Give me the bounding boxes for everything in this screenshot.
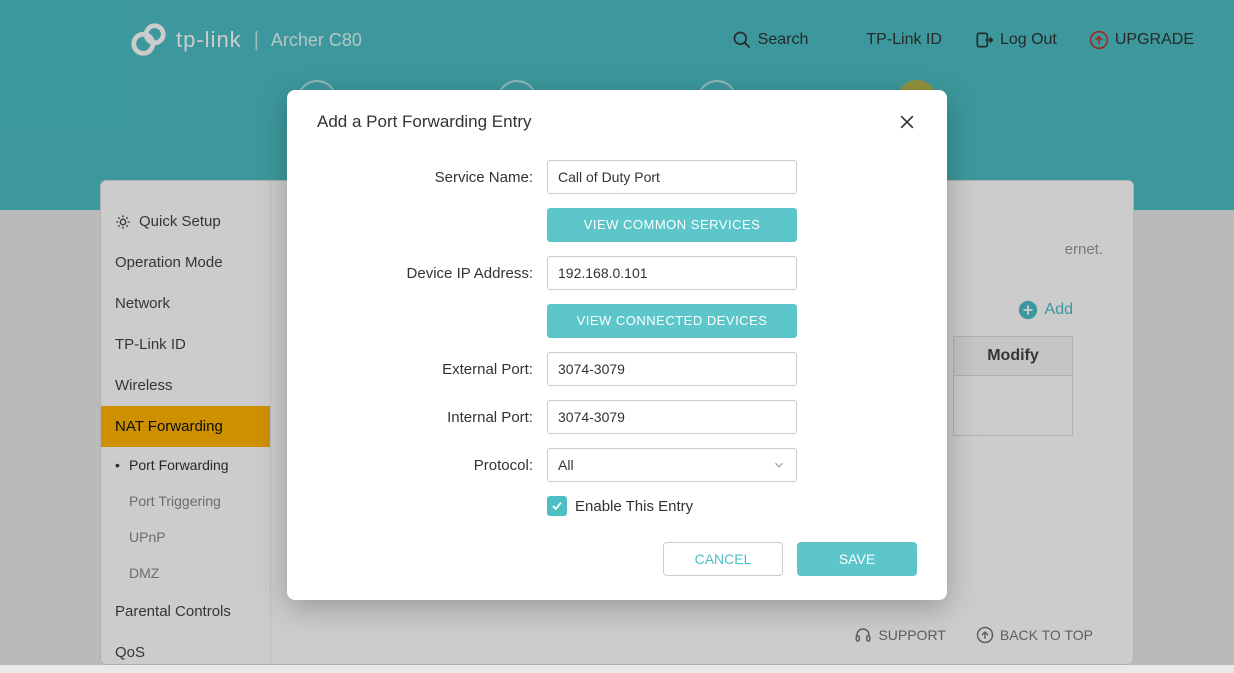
input-service-name[interactable] xyxy=(547,160,797,194)
view-common-services-button[interactable]: VIEW COMMON SERVICES xyxy=(547,208,797,242)
check-icon xyxy=(550,499,564,513)
modal-title: Add a Port Forwarding Entry xyxy=(317,112,531,132)
checkbox-enable-entry[interactable] xyxy=(547,496,567,516)
cancel-button[interactable]: CANCEL xyxy=(663,542,783,576)
close-icon[interactable] xyxy=(897,112,917,132)
label-protocol: Protocol: xyxy=(317,457,547,474)
chevron-down-icon xyxy=(772,458,786,472)
label-enable-entry: Enable This Entry xyxy=(575,498,693,515)
port-forwarding-modal: Add a Port Forwarding Entry Service Name… xyxy=(287,90,947,600)
label-device-ip: Device IP Address: xyxy=(317,265,547,282)
input-internal-port[interactable] xyxy=(547,400,797,434)
view-connected-devices-button[interactable]: VIEW CONNECTED DEVICES xyxy=(547,304,797,338)
label-external-port: External Port: xyxy=(317,361,547,378)
input-external-port[interactable] xyxy=(547,352,797,386)
save-button[interactable]: SAVE xyxy=(797,542,917,576)
input-device-ip[interactable] xyxy=(547,256,797,290)
label-service-name: Service Name: xyxy=(317,169,547,186)
select-protocol-value: All xyxy=(558,457,574,473)
label-internal-port: Internal Port: xyxy=(317,409,547,426)
select-protocol[interactable]: All xyxy=(547,448,797,482)
